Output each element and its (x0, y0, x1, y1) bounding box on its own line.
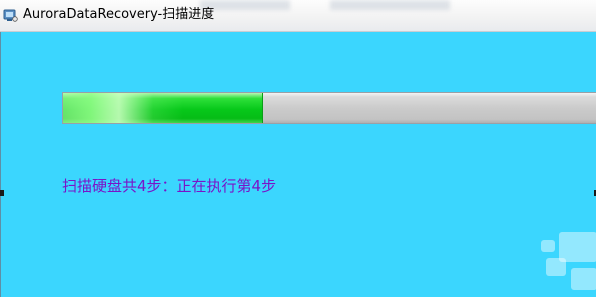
title-bar[interactable]: AuroraDataRecovery-扫描进度 (0, 0, 596, 32)
scan-status-text: 扫描硬盘共4步：正在执行第4步 (62, 177, 277, 195)
client-area (0, 32, 596, 297)
window-title: AuroraDataRecovery-扫描进度 (23, 7, 215, 22)
decorative-square (546, 258, 566, 276)
scan-progress-window: AuroraDataRecovery-扫描进度 扫描硬盘共4步：正在执行第4步 (0, 0, 596, 297)
left-edge-marker (0, 190, 4, 196)
app-icon (3, 9, 18, 22)
scan-progress-bar (62, 92, 596, 124)
decorative-square (541, 240, 555, 252)
decorative-square (571, 268, 596, 290)
progress-highlight (63, 93, 264, 123)
